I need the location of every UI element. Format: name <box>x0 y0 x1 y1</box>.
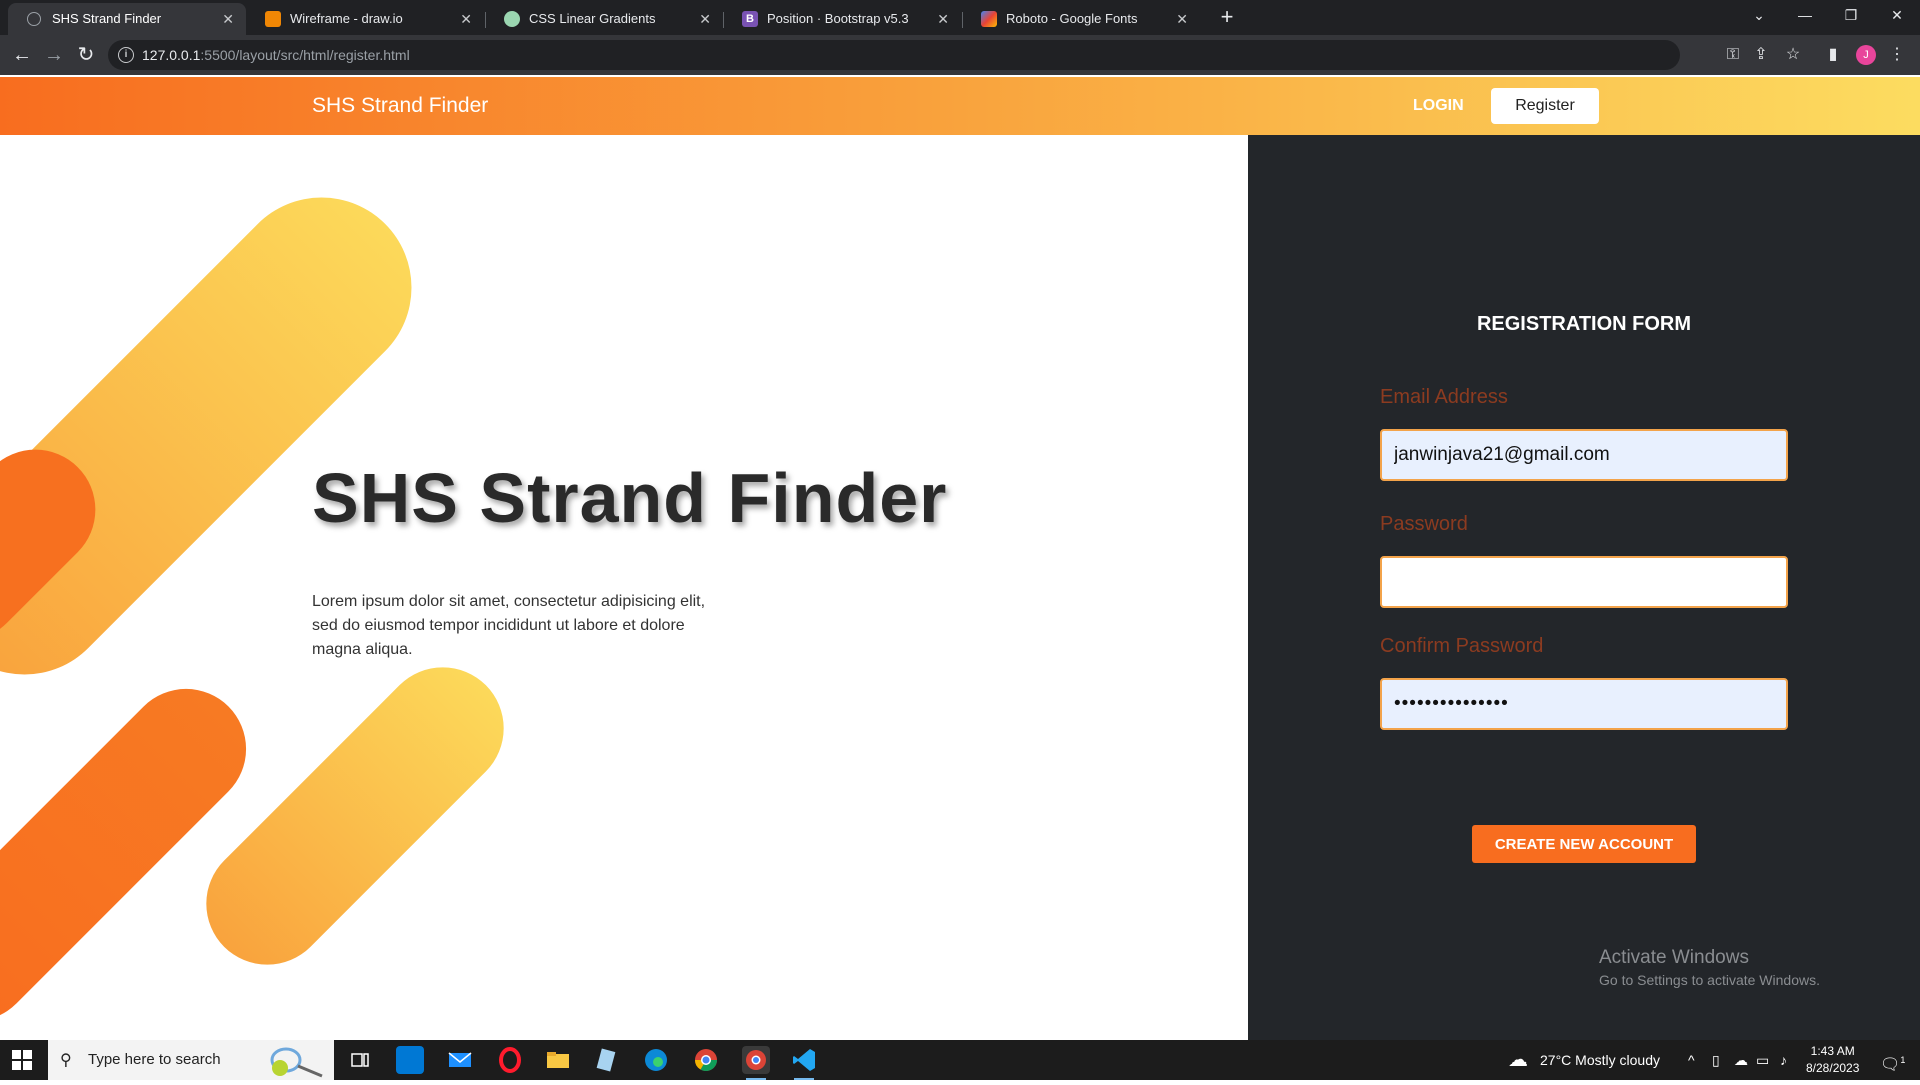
weather-icon[interactable]: ☁ <box>1508 1040 1528 1080</box>
decorative-shape <box>0 664 271 1040</box>
watermark-subtitle: Go to Settings to activate Windows. <box>1599 972 1820 988</box>
tab-title: SHS Strand Finder <box>52 11 162 26</box>
confirm-password-field[interactable] <box>1380 678 1788 730</box>
create-account-button[interactable]: CREATE NEW ACCOUNT <box>1472 825 1696 863</box>
form-title: REGISTRATION FORM <box>1476 313 1692 335</box>
tab-search-button[interactable]: ⌄ <box>1736 0 1782 30</box>
close-icon[interactable]: ✕ <box>699 3 711 35</box>
windows-taskbar: ⚲ Type here to search ☁ 27°C Mostly clou… <box>0 1040 1920 1080</box>
tab-drawio[interactable]: Wireframe - draw.io ✕ <box>246 3 484 35</box>
edge-icon[interactable] <box>642 1046 670 1074</box>
windows-start-icon[interactable] <box>12 1050 32 1070</box>
password-label: Password <box>1380 513 1468 535</box>
key-icon[interactable]: ⚿ <box>1722 44 1744 66</box>
close-icon[interactable]: ✕ <box>1176 3 1188 35</box>
hero-title: SHS Strand Finder <box>312 459 948 537</box>
onedrive-icon[interactable]: ☁ <box>1734 1040 1748 1080</box>
password-field[interactable] <box>1380 556 1788 608</box>
site-navbar: SHS Strand Finder LOGIN Register <box>0 77 1920 135</box>
activate-windows-watermark: Activate Windows Go to Settings to activ… <box>1599 947 1820 988</box>
bootstrap-icon: B <box>742 11 758 27</box>
search-placeholder: Type here to search <box>88 1051 221 1068</box>
url-text: 127.0.0.1:5500/layout/src/html/register.… <box>142 47 410 63</box>
tab-title: Wireframe - draw.io <box>290 11 403 26</box>
microsoft-store-icon[interactable] <box>396 1046 424 1074</box>
browser-tab-strip: SHS Strand Finder ✕ Wireframe - draw.io … <box>0 0 1920 35</box>
tab-title: Position · Bootstrap v5.3 <box>767 11 909 26</box>
drawio-icon <box>265 11 281 27</box>
weather-text[interactable]: 27°C Mostly cloudy <box>1540 1040 1660 1080</box>
gradient-icon <box>504 11 520 27</box>
close-window-button[interactable]: ✕ <box>1874 0 1920 30</box>
share-icon[interactable]: ⇪ <box>1750 44 1772 66</box>
email-label: Email Address <box>1380 386 1508 408</box>
bookmark-star-icon[interactable]: ☆ <box>1782 44 1804 66</box>
clock-date: 8/28/2023 <box>1806 1061 1860 1075</box>
close-icon[interactable]: ✕ <box>937 3 949 35</box>
login-link[interactable]: LOGIN <box>1413 77 1464 135</box>
tab-css-gradients[interactable]: CSS Linear Gradients ✕ <box>485 3 723 35</box>
reload-icon[interactable]: ↻ <box>74 43 98 67</box>
opera-icon[interactable] <box>496 1046 524 1074</box>
globe-icon <box>27 12 41 26</box>
menu-kebab-icon[interactable]: ⋮ <box>1886 44 1908 66</box>
browser-toolbar: ← → ↻ i 127.0.0.1:5500/layout/src/html/r… <box>0 35 1920 75</box>
network-icon[interactable]: ▭ <box>1756 1040 1769 1080</box>
notification-center-icon[interactable]: 🗨1 <box>1880 1040 1905 1085</box>
chrome-profile-icon[interactable] <box>742 1046 770 1080</box>
notification-count: 1 <box>1900 1055 1906 1065</box>
tab-title: Roboto - Google Fonts <box>1006 11 1138 26</box>
battery-icon[interactable]: ▯ <box>1712 1040 1720 1080</box>
new-tab-button[interactable]: + <box>1214 4 1240 30</box>
site-info-icon[interactable]: i <box>118 47 134 63</box>
tab-title: CSS Linear Gradients <box>529 11 656 26</box>
task-view-icon[interactable] <box>346 1046 374 1074</box>
tab-bootstrap[interactable]: B Position · Bootstrap v5.3 ✕ <box>723 3 961 35</box>
confirm-password-label: Confirm Password <box>1380 635 1544 657</box>
watermark-title: Activate Windows <box>1599 947 1749 968</box>
profile-avatar[interactable]: J <box>1856 45 1876 65</box>
google-fonts-icon <box>981 11 997 27</box>
volume-icon[interactable]: ♪ <box>1780 1040 1787 1080</box>
mail-icon[interactable] <box>446 1046 474 1074</box>
close-icon[interactable]: ✕ <box>460 3 472 35</box>
hero-section: SHS Strand Finder Lorem ipsum dolor sit … <box>0 135 1248 1040</box>
address-bar[interactable]: i 127.0.0.1:5500/layout/src/html/registe… <box>108 40 1739 70</box>
side-panel-icon[interactable]: ▮ <box>1822 44 1844 66</box>
tennis-racket-icon <box>270 1047 323 1078</box>
vscode-icon[interactable] <box>790 1046 818 1080</box>
tab-google-fonts[interactable]: Roboto - Google Fonts ✕ <box>962 3 1200 35</box>
clock-time: 1:43 AM <box>1810 1044 1855 1058</box>
notepad-icon[interactable] <box>592 1046 620 1074</box>
tab-shs-strand-finder[interactable]: SHS Strand Finder ✕ <box>8 3 246 35</box>
back-icon[interactable]: ← <box>10 43 34 67</box>
close-icon[interactable]: ✕ <box>222 3 234 35</box>
register-button[interactable]: Register <box>1491 88 1599 124</box>
navbar-brand[interactable]: SHS Strand Finder <box>312 77 488 135</box>
chrome-icon[interactable] <box>692 1046 720 1074</box>
search-icon: ⚲ <box>60 1052 72 1069</box>
system-clock[interactable]: 1:43 AM 8/28/2023 <box>1806 1043 1859 1077</box>
file-explorer-icon[interactable] <box>544 1046 572 1074</box>
email-field[interactable] <box>1380 429 1788 481</box>
forward-icon[interactable]: → <box>42 43 66 67</box>
minimize-button[interactable]: — <box>1782 0 1828 30</box>
restore-button[interactable]: ❐ <box>1828 0 1874 30</box>
hero-description: Lorem ipsum dolor sit amet, consectetur … <box>312 593 706 658</box>
taskbar-search[interactable]: ⚲ Type here to search <box>48 1040 334 1080</box>
show-hidden-icons[interactable]: ^ <box>1688 1040 1695 1080</box>
registration-panel: REGISTRATION FORM Email Address Password… <box>1248 135 1920 1040</box>
decorative-shape <box>181 642 529 990</box>
